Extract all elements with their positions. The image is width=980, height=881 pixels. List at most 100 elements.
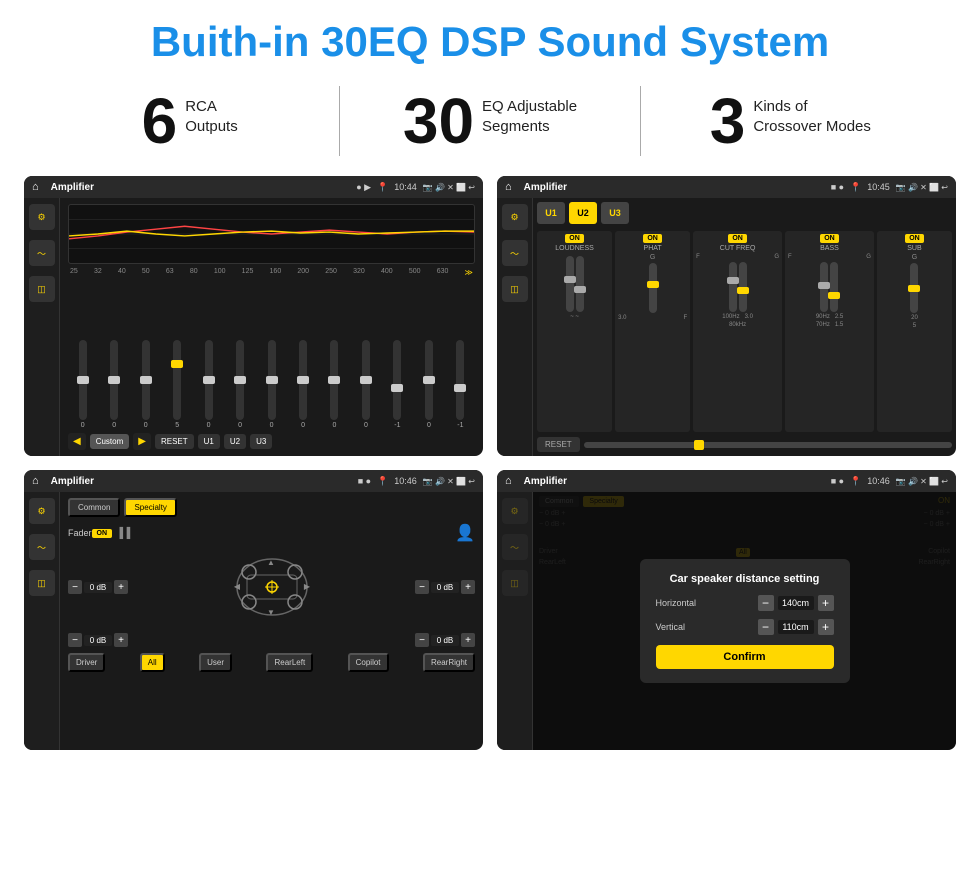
dialog-sidebar-bg: ⚙ 〜 ◫ xyxy=(497,492,533,750)
svg-text:▼: ▼ xyxy=(267,608,275,617)
eq-custom-button[interactable]: Custom xyxy=(90,434,130,449)
stats-row: 6 RCA Outputs 30 EQ Adjustable Segments … xyxy=(0,76,980,170)
fader-db-minus-rb[interactable]: − xyxy=(415,633,429,647)
fader-btn-copilot[interactable]: Copilot xyxy=(348,653,389,672)
vertical-plus-button[interactable]: + xyxy=(818,619,834,635)
eq-slider-2[interactable]: 0 xyxy=(131,340,160,429)
crossover-home-icon[interactable]: ⌂ xyxy=(505,181,512,193)
eq-prev-button[interactable]: ◀ xyxy=(68,433,86,450)
fader-car-area: ▲ ▼ ◀ ▶ xyxy=(128,547,415,627)
status-bar-crossover: ⌂ Amplifier ■ ● 📍 10:45 📷 🔊 ✕ ⬜ ↩ xyxy=(497,176,956,198)
fader-db-left-top: − 0 dB + xyxy=(68,580,128,594)
module-bass: ON BASS FG 90Hz 2.5 70Hz 1.5 xyxy=(785,231,874,432)
screen-crossover: ⌂ Amplifier ■ ● 📍 10:45 📷 🔊 ✕ ⬜ ↩ ⚙ 〜 ◫ … xyxy=(497,176,956,456)
stat-crossover: 3 Kinds of Crossover Modes xyxy=(641,89,940,153)
cutfreq-slider-1[interactable] xyxy=(729,262,737,312)
u2-button[interactable]: U2 xyxy=(569,202,597,224)
phat-toggle[interactable]: ON xyxy=(643,234,662,243)
home-icon[interactable]: ⌂ xyxy=(32,181,39,193)
fader-btn-driver[interactable]: Driver xyxy=(68,653,105,672)
crossover-location-icon: 📍 xyxy=(850,182,861,193)
eq-slider-4[interactable]: 0 xyxy=(194,340,223,429)
eq-slider-7[interactable]: 0 xyxy=(288,340,317,429)
eq-bottom-bar: ◀ Custom ▶ RESET U1 U2 U3 xyxy=(68,433,475,450)
fader-tab-common[interactable]: Common xyxy=(68,498,120,517)
fader-db-minus-rt[interactable]: − xyxy=(415,580,429,594)
loudness-slider-2[interactable] xyxy=(576,256,584,312)
eq-next-button[interactable]: ▶ xyxy=(133,433,151,450)
fader-db-plus-rt[interactable]: + xyxy=(461,580,475,594)
eq-slider-11[interactable]: 0 xyxy=(414,340,443,429)
fader-home-icon[interactable]: ⌂ xyxy=(32,475,39,487)
bass-slider-2[interactable] xyxy=(830,262,838,312)
eq-slider-10[interactable]: -1 xyxy=(383,340,412,429)
crossover-reset-button[interactable]: RESET xyxy=(537,437,580,452)
eq-u1-button[interactable]: U1 xyxy=(198,434,220,449)
u1-button[interactable]: U1 xyxy=(537,202,565,224)
loudness-slider-1[interactable] xyxy=(566,256,574,312)
crossover-sidebar-btn-1[interactable]: ⚙ xyxy=(502,204,528,230)
crossover-status: ■ ● xyxy=(831,182,844,192)
horizontal-plus-button[interactable]: + xyxy=(818,595,834,611)
phat-slider[interactable] xyxy=(649,263,657,313)
fader-btn-rearright[interactable]: RearRight xyxy=(423,653,475,672)
bass-slider-1[interactable] xyxy=(820,262,828,312)
sub-slider[interactable] xyxy=(910,263,918,313)
eq-slider-3[interactable]: 5 xyxy=(162,340,191,429)
fader-db-top: − 0 dB + xyxy=(68,547,475,627)
fader-db-minus-lt[interactable]: − xyxy=(68,580,82,594)
eq-sidebar-btn-2[interactable]: 〜 xyxy=(29,240,55,266)
car-diagram-svg: ▲ ▼ ◀ ▶ xyxy=(227,547,317,627)
crossover-sidebar-btn-3[interactable]: ◫ xyxy=(502,276,528,302)
fader-toggle[interactable]: ON xyxy=(92,529,113,538)
fader-tab-specialty[interactable]: Specialty xyxy=(124,498,176,517)
fader-user-icon: 👤 xyxy=(455,523,475,543)
eq-slider-5[interactable]: 0 xyxy=(225,340,254,429)
cutfreq-slider-2[interactable] xyxy=(739,262,747,312)
eq-slider-6[interactable]: 0 xyxy=(257,340,286,429)
dialog-sidebar-btn-2: 〜 xyxy=(502,534,528,560)
fader-db-value-lt: 0 dB xyxy=(84,582,112,593)
crossover-bottom: RESET xyxy=(537,437,952,452)
sub-toggle[interactable]: ON xyxy=(905,234,924,243)
eq-reset-button[interactable]: RESET xyxy=(155,434,194,449)
vertical-minus-button[interactable]: − xyxy=(758,619,774,635)
phat-label: PHAT xyxy=(644,245,662,252)
eq-slider-8[interactable]: 0 xyxy=(320,340,349,429)
fader-sidebar-btn-1[interactable]: ⚙ xyxy=(29,498,55,524)
eq-screen-title: Amplifier xyxy=(51,182,351,193)
dialog-icons: 📷 🔊 ✕ ⬜ ↩ xyxy=(896,477,948,486)
u3-button[interactable]: U3 xyxy=(601,202,629,224)
eq-slider-12[interactable]: -1 xyxy=(446,340,475,429)
fader-location-icon: 📍 xyxy=(377,476,388,487)
horizontal-minus-button[interactable]: − xyxy=(758,595,774,611)
fader-sidebar-btn-2[interactable]: 〜 xyxy=(29,534,55,560)
cutfreq-toggle[interactable]: ON xyxy=(728,234,747,243)
fader-db-plus-lt[interactable]: + xyxy=(114,580,128,594)
fader-btn-user[interactable]: User xyxy=(199,653,232,672)
eq-slider-9[interactable]: 0 xyxy=(351,340,380,429)
bass-toggle[interactable]: ON xyxy=(820,234,839,243)
fader-db-plus-lb[interactable]: + xyxy=(114,633,128,647)
eq-sidebar-btn-1[interactable]: ⚙ xyxy=(29,204,55,230)
confirm-button[interactable]: Confirm xyxy=(656,645,834,669)
loudness-toggle[interactable]: ON xyxy=(565,234,584,243)
fader-db-plus-rb[interactable]: + xyxy=(461,633,475,647)
dialog-home-icon[interactable]: ⌂ xyxy=(505,475,512,487)
crossover-sidebar-btn-2[interactable]: 〜 xyxy=(502,240,528,266)
eq-main: 253240506380100 125160200250320400500630… xyxy=(60,198,483,456)
stat-crossover-text: Kinds of Crossover Modes xyxy=(753,89,871,136)
stat-rca-text: RCA Outputs xyxy=(185,89,238,136)
stat-rca: 6 RCA Outputs xyxy=(40,89,339,153)
fader-btn-rearleft[interactable]: RearLeft xyxy=(266,653,313,672)
dialog-vertical-row: Vertical − 110cm + xyxy=(656,619,834,635)
eq-slider-0[interactable]: 0 xyxy=(68,340,97,429)
fader-db-minus-lb[interactable]: − xyxy=(68,633,82,647)
fader-btn-all[interactable]: All xyxy=(140,653,165,672)
eq-u2-button[interactable]: U2 xyxy=(224,434,246,449)
eq-slider-1[interactable]: 0 xyxy=(99,340,128,429)
eq-sidebar-btn-3[interactable]: ◫ xyxy=(29,276,55,302)
fader-sidebar-btn-3[interactable]: ◫ xyxy=(29,570,55,596)
eq-u3-button[interactable]: U3 xyxy=(250,434,272,449)
crossover-modules: ON LOUDNESS ~ ~ ON PHAT G xyxy=(537,231,952,432)
